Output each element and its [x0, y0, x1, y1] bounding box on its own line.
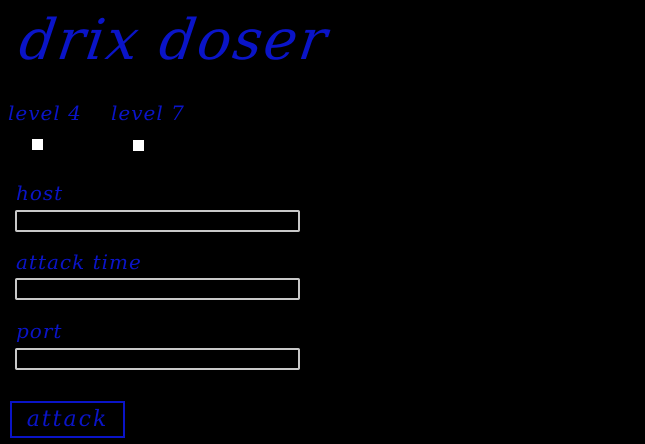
level-4-label: level 4	[8, 101, 82, 125]
level-7-label: level 7	[111, 101, 185, 125]
attack-time-label: attack time	[16, 250, 142, 274]
host-input[interactable]	[15, 210, 300, 232]
level-7-checkbox[interactable]	[133, 140, 144, 151]
attack-time-input[interactable]	[15, 278, 300, 300]
host-label: host	[16, 181, 64, 205]
port-label: port	[16, 319, 63, 343]
app-title: drix doser	[15, 8, 333, 73]
level-4-checkbox[interactable]	[32, 139, 43, 150]
attack-button[interactable]: attack	[10, 401, 125, 438]
port-input[interactable]	[15, 348, 300, 370]
